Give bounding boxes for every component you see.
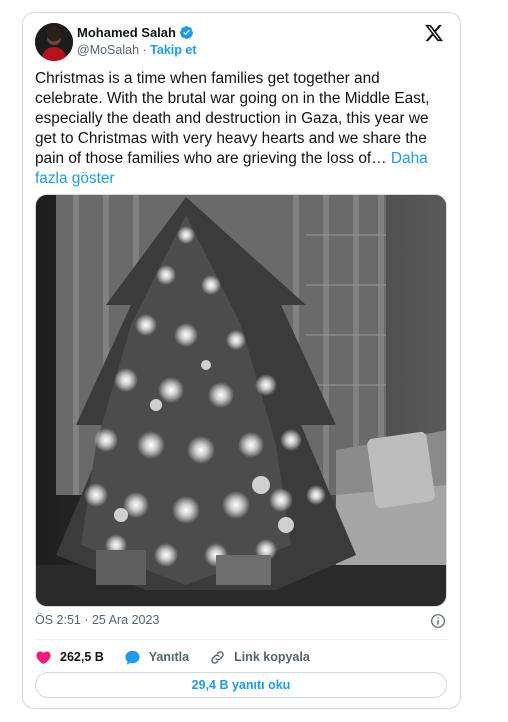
- tweet-body: Christmas is a time when families get to…: [35, 70, 430, 167]
- reply-button[interactable]: Yanıtla: [124, 649, 189, 666]
- timestamp[interactable]: ÖS 2:51 · 25 Ara 2023: [35, 613, 159, 627]
- reply-bubble-icon: [125, 650, 140, 665]
- divider: [35, 639, 448, 640]
- like-button[interactable]: 262,5 B: [35, 649, 104, 666]
- info-icon[interactable]: [430, 613, 446, 629]
- separator-dot: ·: [142, 43, 147, 57]
- like-count: 262,5 B: [60, 650, 104, 664]
- handle-row: @MoSalah · Takip et: [77, 43, 196, 57]
- read-replies-button[interactable]: 29,4 B yanıtı oku: [35, 672, 447, 698]
- tweet-photo[interactable]: [35, 194, 447, 607]
- verified-badge-icon: [179, 25, 194, 40]
- avatar[interactable]: [35, 23, 73, 61]
- link-icon: [211, 650, 224, 664]
- author-name[interactable]: Mohamed Salah: [77, 25, 176, 40]
- author-name-row[interactable]: Mohamed Salah: [77, 25, 194, 40]
- tweet-text: Christmas is a time when families get to…: [35, 69, 447, 189]
- reply-label: Yanıtla: [148, 650, 190, 664]
- copy-link-label: Link kopyala: [234, 650, 310, 664]
- follow-button[interactable]: Takip et: [150, 43, 196, 57]
- x-logo-icon[interactable]: [424, 23, 444, 43]
- heart-icon: [36, 650, 51, 664]
- tweet-card: Mohamed Salah @MoSalah · Takip et Christ…: [22, 12, 461, 709]
- christmas-tree-photo: [36, 195, 446, 606]
- author-handle[interactable]: @MoSalah: [77, 43, 139, 57]
- copy-link-button[interactable]: Link kopyala: [209, 649, 310, 666]
- action-bar: 262,5 B Yanıtla Link kopyala: [35, 647, 330, 667]
